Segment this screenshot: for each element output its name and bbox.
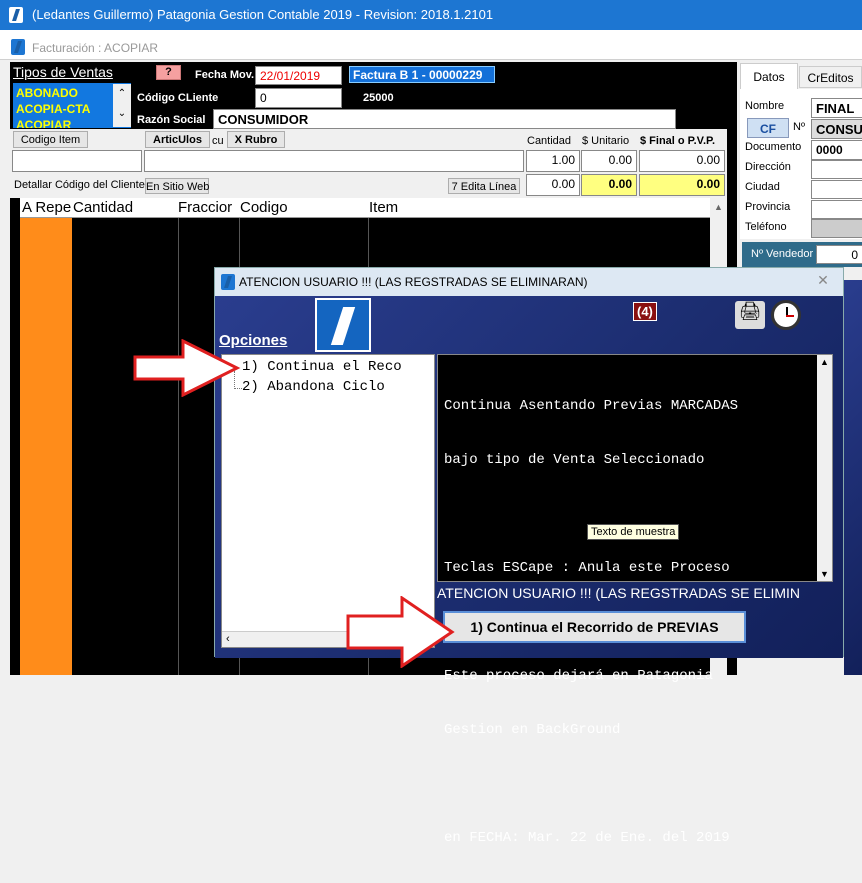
vendedor-field[interactable]: 0 <box>816 245 862 264</box>
message-line <box>444 505 826 523</box>
subwindow-icon <box>11 39 25 55</box>
option-continua[interactable]: 1) Continua el Reco <box>242 359 402 375</box>
subwindow-title: Facturación : ACOPIAR <box>32 41 159 55</box>
vendedor-label: Nº Vendedor <box>751 248 814 260</box>
col-header[interactable]: Codigo <box>240 199 288 216</box>
chevron-down-icon[interactable]: ⌄ <box>113 104 131 124</box>
message-line: en FECHA: Mar. 22 de Ene. del 2019 <box>444 830 730 846</box>
ciudad-label: Ciudad <box>745 181 780 193</box>
codigo-item-input[interactable] <box>12 150 142 172</box>
message-line: Continua Asentando Previas MARCADAS <box>444 398 739 414</box>
articulo-input[interactable] <box>144 150 524 172</box>
no-label: Nº <box>793 121 805 133</box>
continua-recorrido-button[interactable]: 1) Continua el Recorrido de PREVIAS <box>443 611 746 643</box>
window-titlebar: (Ledantes Guillermo) Patagonia Gestion C… <box>0 0 862 30</box>
message-box: Continua Asentando Previas MARCADAS bajo… <box>437 354 833 846</box>
right-background-strip <box>844 280 862 675</box>
row2-final[interactable]: 0.00 <box>639 174 725 196</box>
codigo-cliente-field[interactable]: 0 <box>255 88 342 108</box>
provincia-field[interactable] <box>811 200 862 219</box>
chevron-up-icon[interactable]: ▲ <box>710 198 727 212</box>
cf-badge[interactable]: CF <box>747 118 789 138</box>
telefono-field[interactable] <box>811 219 862 238</box>
message-line: Gestion en BackGround <box>444 722 621 738</box>
message-line: bajo tipo de Venta Seleccionado <box>444 452 705 468</box>
detallar-label: Detallar Código del Cliente <box>14 179 145 191</box>
count-badge: (4) <box>633 302 657 321</box>
row2-cantidad[interactable]: 0.00 <box>526 174 580 196</box>
tipos-scrollbar[interactable]: ⌃ ⌄ <box>113 84 131 127</box>
red-arrow-icon <box>133 339 241 397</box>
cantidad-label: Cantidad <box>527 135 572 147</box>
fecha-label: Fecha Mov. <box>195 69 255 81</box>
razon-field[interactable]: CONSUMIDOR <box>213 109 676 129</box>
app-icon <box>9 7 23 23</box>
close-icon[interactable]: ✕ <box>808 272 838 290</box>
rubro-button[interactable]: X Rubro <box>227 131 285 148</box>
message-line: Este proceso dejará en Patagonia <box>444 668 713 684</box>
final-input[interactable]: 0.00 <box>639 150 725 172</box>
final-label: $ Final o P.V.P. <box>640 135 716 147</box>
chevron-down-icon[interactable]: ▼ <box>817 569 832 579</box>
cantidad-input[interactable]: 1.00 <box>526 150 580 172</box>
chevron-up-icon[interactable]: ▲ <box>817 355 832 367</box>
printer-icon[interactable]: 🖨 <box>735 301 765 329</box>
telefono-label: Teléfono <box>745 221 787 233</box>
codigo-cliente-label: Código CLiente <box>137 92 219 104</box>
help-button[interactable]: ? <box>156 65 181 80</box>
dialog-body: (4) 🖨 Opciones 1) Continua el Reco 2) Ab… <box>215 296 843 846</box>
row2-unitario[interactable]: 0.00 <box>581 174 637 196</box>
tipos-item[interactable]: ACOPIA-CTA <box>16 101 128 117</box>
direccion-label: Dirección <box>745 161 791 173</box>
window-title: (Ledantes Guillermo) Patagonia Gestion C… <box>32 7 494 22</box>
tooltip: Texto de muestra <box>587 524 680 540</box>
edita-linea-button[interactable]: 7 Edita Línea <box>448 178 520 194</box>
ciudad-field[interactable] <box>811 180 862 199</box>
unitario-label: $ Unitario <box>582 135 630 147</box>
documento-label: Documento <box>745 141 802 153</box>
documento-field[interactable]: 0000 <box>811 140 862 160</box>
clock-icon[interactable] <box>771 300 801 330</box>
col-header[interactable]: Cantidad <box>73 199 133 216</box>
en-sitio-web-button[interactable]: En Sitio Web <box>145 178 209 194</box>
cu-label: cu <box>212 135 224 147</box>
fecha-field[interactable]: 22/01/2019 <box>255 66 342 85</box>
consu-field[interactable]: CONSU <box>811 119 862 139</box>
logo-icon <box>315 298 371 352</box>
option-abandona[interactable]: 2) Abandona Ciclo <box>242 379 385 395</box>
grid-orange-column <box>20 218 72 675</box>
dialog-title: ATENCION USUARIO !!! (LAS REGSTRADAS SE … <box>239 275 588 289</box>
col-header[interactable]: A Repe <box>22 199 71 216</box>
red-arrow-icon <box>346 596 456 668</box>
tab-creditos[interactable]: CrEditos <box>799 66 862 88</box>
subwindow-titlebar: Facturación : ACOPIAR <box>0 30 862 60</box>
message-line <box>444 775 826 793</box>
col-header[interactable]: Fraccior <box>178 199 240 216</box>
unitario-input[interactable]: 0.00 <box>581 150 637 172</box>
tab-datos[interactable]: Datos <box>740 63 798 89</box>
dialog-footer-text: ATENCION USUARIO !!! (LAS REGSTRADAS SE … <box>437 585 801 601</box>
dialog-app-icon <box>221 274 235 290</box>
codigo-item-button[interactable]: Codigo Item <box>13 131 88 148</box>
nombre-label: Nombre <box>745 100 785 112</box>
number-25000: 25000 <box>363 92 394 104</box>
col-header[interactable]: Item <box>369 199 398 216</box>
grid-left-gutter <box>10 198 20 675</box>
articulos-button[interactable]: ArticUlos <box>145 131 210 148</box>
chevron-up-icon[interactable]: ⌃ <box>113 84 131 104</box>
grid-header: A Repe Cantidad Fraccior Codigo Item <box>20 198 710 218</box>
factura-badge: Factura B 1 - 00000229 <box>349 66 495 83</box>
message-line: Teclas ESCape : Anula este Proceso <box>444 560 730 576</box>
tipos-item[interactable]: ACOPIAR <box>16 117 128 128</box>
message-scrollbar[interactable]: ▲ ▼ <box>817 355 832 581</box>
attention-dialog: ATENCION USUARIO !!! (LAS REGSTRADAS SE … <box>214 267 844 846</box>
provincia-label: Provincia <box>745 201 791 213</box>
tipos-label: Tipos de Ventas <box>13 64 113 80</box>
chevron-left-icon[interactable]: ‹ <box>226 633 230 645</box>
dialog-titlebar: ATENCION USUARIO !!! (LAS REGSTRADAS SE … <box>215 268 843 296</box>
direccion-field[interactable] <box>811 160 862 179</box>
tipos-item[interactable]: ABONADO <box>16 85 128 101</box>
razon-label: Razón Social <box>137 114 206 126</box>
nombre-field[interactable]: FINAL <box>811 98 862 118</box>
